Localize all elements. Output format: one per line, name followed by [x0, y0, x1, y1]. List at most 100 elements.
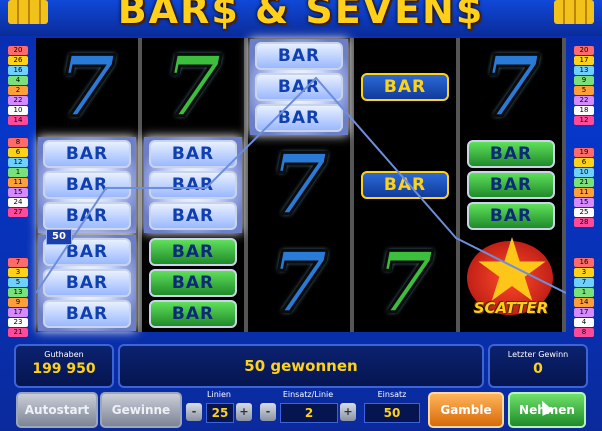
total-bet-value: 50: [364, 403, 420, 423]
line-number-badge: 14: [8, 116, 28, 125]
reel-4-symbol-2: BAR: [356, 137, 454, 233]
line-number-badge: 1: [574, 288, 594, 297]
line-number-badge: 22: [574, 96, 594, 105]
reel-5: 7 BAR BAR BAR SCATTER: [460, 37, 566, 332]
win-message: 50 gewonnen: [244, 357, 358, 375]
lines-minus-button[interactable]: -: [186, 403, 202, 421]
reel-2-symbol-2: BAR BAR BAR: [144, 137, 242, 233]
line-number-badge: 17: [574, 308, 594, 317]
balance-label: Guthaben: [44, 350, 84, 359]
line-number-badge: 18: [574, 106, 594, 115]
reel-4: BAR BAR 7: [354, 38, 460, 332]
line-number-badge: 17: [574, 56, 594, 65]
line-number-badge: 17: [8, 308, 28, 317]
line-number-badge: 16: [574, 258, 594, 267]
line-number-badge: 5: [8, 278, 28, 287]
line-numbers-right-bottom: 16 3 7 1 14 17 4 8: [574, 258, 594, 337]
line-number-badge: 11: [574, 188, 594, 197]
bar-icon: BAR: [255, 42, 343, 70]
total-bet-display: Einsatz 50: [364, 390, 420, 426]
balance-panel: Guthaben 199 950: [14, 344, 114, 388]
bar-icon: BAR: [361, 171, 449, 199]
bar-icon: BAR: [149, 140, 237, 168]
reel-2-symbol-3: BAR BAR BAR: [144, 235, 242, 331]
line-number-badge: 1: [8, 168, 28, 177]
line-number-badge: 26: [8, 56, 28, 65]
line-number-badge: 10: [8, 106, 28, 115]
reel-4-symbol-1: BAR: [356, 39, 454, 135]
bar-icon: BAR: [43, 140, 131, 168]
lines-plus-button[interactable]: +: [236, 403, 252, 421]
bet-per-line-plus-button[interactable]: +: [340, 403, 356, 421]
line-number-badge: 8: [8, 138, 28, 147]
line-number-badge: 12: [574, 116, 594, 125]
info-bar: Guthaben 199 950 50 gewonnen Letzter Gew…: [14, 344, 588, 388]
line-number-badge: 15: [574, 198, 594, 207]
line-numbers-left-bottom: 7 3 5 13 9 17 23 21: [8, 258, 28, 337]
reel-3-symbol-3: 7: [250, 233, 348, 332]
bar-icon: BAR: [255, 104, 343, 132]
reel-2: 7 BAR BAR BAR BAR BAR BAR: [142, 37, 248, 332]
reel-5-symbol-1: 7: [462, 37, 560, 136]
line-number-badge: 20: [574, 46, 594, 55]
line-number-badge: 2: [8, 86, 28, 95]
line-number-badge: 28: [574, 218, 594, 227]
control-bar: Autostart Gewinne Linien - 25 + Einsatz/…: [14, 390, 588, 428]
bar-icon: BAR: [467, 202, 555, 230]
bar-icon: BAR: [149, 300, 237, 328]
reel-3-symbol-2: 7: [250, 135, 348, 234]
line-number-badge: 9: [8, 298, 28, 307]
bet-per-line-minus-button[interactable]: -: [260, 403, 276, 421]
single-bar-symbol: BAR: [361, 73, 449, 101]
lines-label: Linien: [207, 390, 231, 399]
lines-stepper: Linien - 25 +: [186, 390, 252, 426]
last-win-value: 0: [533, 361, 543, 377]
line-number-badge: 27: [8, 208, 28, 217]
line-number-badge: 13: [8, 288, 28, 297]
gewinne-button[interactable]: Gewinne: [100, 392, 182, 428]
bar-icon: BAR: [255, 73, 343, 101]
line-number-badge: 14: [574, 298, 594, 307]
reel-1-symbol-3: BAR BAR BAR: [38, 235, 136, 331]
line-number-badge: 24: [8, 198, 28, 207]
line-number-badge: 7: [8, 258, 28, 267]
line-number-badge: 6: [574, 158, 594, 167]
line-numbers-left-top: 20 26 16 4 2 22 10 14: [8, 46, 28, 125]
bar-icon: BAR: [149, 202, 237, 230]
bar-icon: BAR: [467, 171, 555, 199]
gamble-button[interactable]: Gamble: [428, 392, 504, 428]
bar-icon: BAR: [43, 171, 131, 199]
reel-3-symbol-1: BAR BAR BAR: [250, 39, 348, 135]
triple-bar-symbol: BAR BAR BAR: [149, 140, 237, 230]
reel-1-symbol-2: BAR BAR BAR: [38, 137, 136, 233]
seven-symbol-icon: 7: [162, 37, 223, 136]
autostart-button[interactable]: Autostart: [16, 392, 98, 428]
line-number-badge: 7: [574, 278, 594, 287]
bar-icon: BAR: [149, 269, 237, 297]
line-number-badge: 13: [574, 66, 594, 75]
total-bet-label: Einsatz: [377, 390, 407, 399]
game-title: BAR$ & SEVEN$: [117, 0, 485, 32]
line-number-badge: 15: [8, 188, 28, 197]
gold-coins-right-icon: [554, 0, 594, 24]
title-bar: BAR$ & SEVEN$: [0, 0, 602, 36]
reel-2-symbol-1: 7: [144, 37, 242, 136]
triple-bar-symbol: BAR BAR BAR: [43, 238, 131, 328]
triple-bar-symbol: BAR BAR BAR: [467, 140, 555, 230]
line-number-badge: 9: [574, 76, 594, 85]
single-bar-symbol: BAR: [361, 171, 449, 199]
line-number-badge: 19: [574, 148, 594, 157]
win-line-marker: 50: [46, 229, 72, 245]
seven-symbol-icon: 7: [268, 135, 329, 234]
bet-per-line-label: Einsatz/Linie: [282, 390, 334, 399]
line-number-badge: 25: [574, 208, 594, 217]
bet-per-line-value: 2: [280, 403, 338, 423]
line-number-badge: 6: [8, 148, 28, 157]
line-number-badge: 16: [8, 66, 28, 75]
line-number-badge: 22: [8, 96, 28, 105]
line-number-badge: 4: [8, 76, 28, 85]
lines-value: 25: [206, 403, 234, 423]
line-number-badge: 3: [574, 268, 594, 277]
line-number-badge: 23: [8, 318, 28, 327]
gold-coins-left-icon: [8, 0, 48, 24]
